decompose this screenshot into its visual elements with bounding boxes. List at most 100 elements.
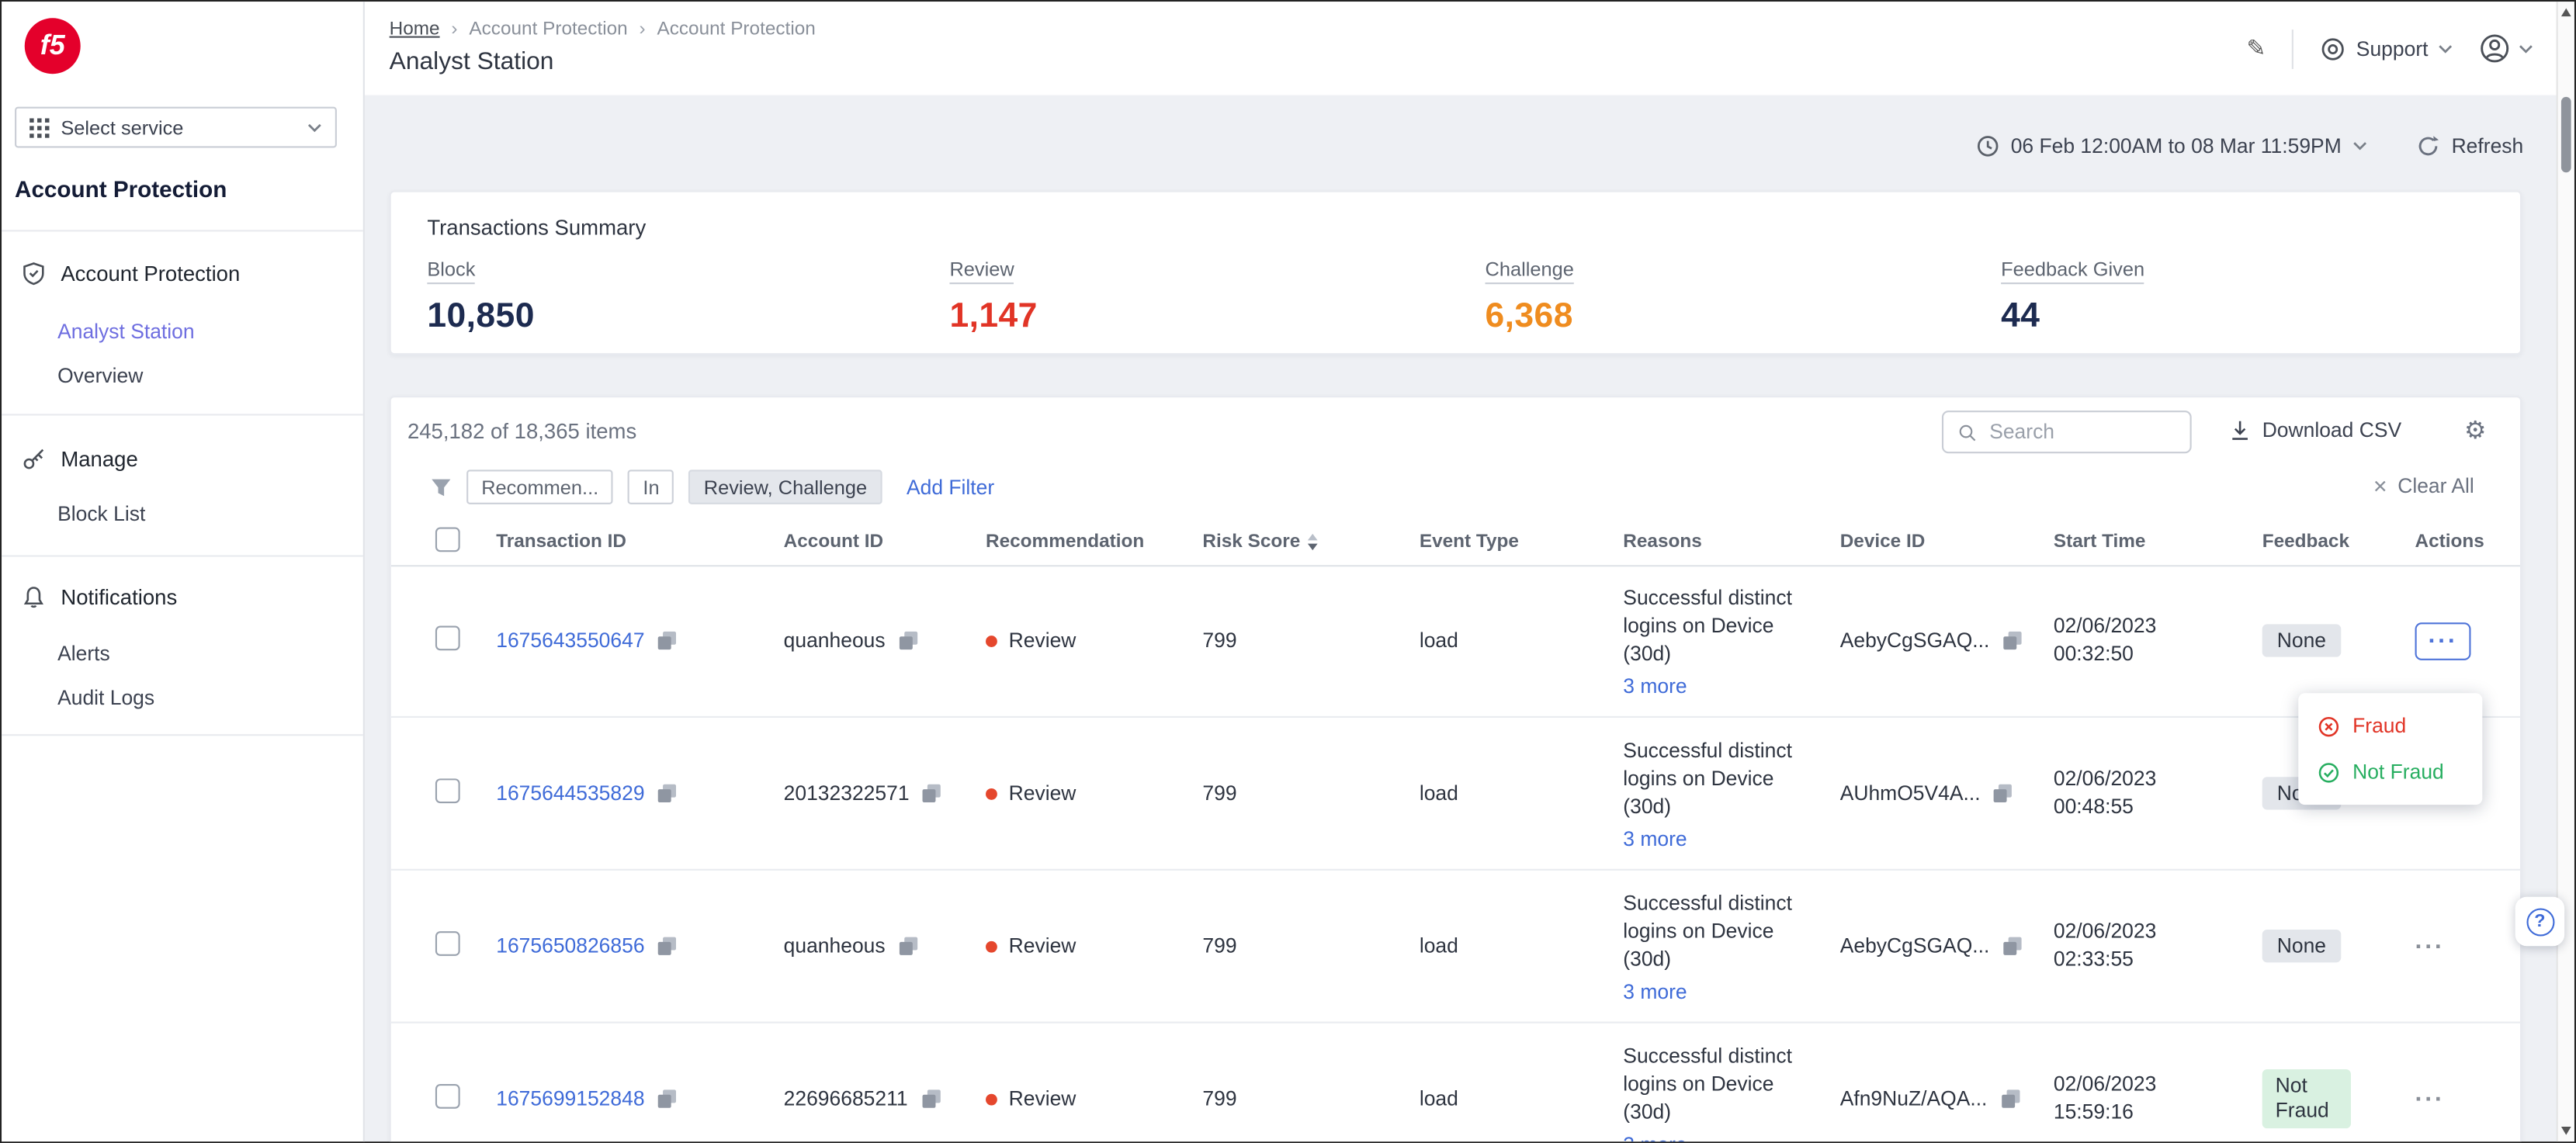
reasons-more-link[interactable]: 3 more	[1623, 980, 1687, 1003]
recommendation: Review	[1009, 934, 1077, 958]
metric-value: 1,147	[949, 297, 1037, 337]
scrollbar[interactable]	[2557, 2, 2574, 1141]
divider	[2, 230, 363, 231]
column-header-reasons[interactable]: Reasons	[1623, 532, 1839, 552]
apps-grid-icon	[29, 117, 49, 137]
copy-icon[interactable]	[899, 937, 918, 956]
column-header-event-type[interactable]: Event Type	[1420, 532, 1623, 552]
row-checkbox[interactable]	[435, 778, 460, 803]
metric-label[interactable]: Feedback Given	[2001, 258, 2144, 284]
search-input[interactable]	[1986, 419, 2176, 445]
f5-logo[interactable]: f5	[25, 18, 81, 74]
device-id: AUhmO5V4A...	[1840, 782, 1981, 805]
copy-icon[interactable]	[1994, 784, 2013, 803]
sidebar-item-analyst-station[interactable]: Analyst Station	[57, 320, 195, 344]
scrollbar-down-arrow[interactable]	[2561, 1127, 2571, 1135]
scrollbar-thumb[interactable]	[2561, 97, 2571, 172]
profile-menu[interactable]	[2479, 33, 2533, 64]
column-header-recommendation[interactable]: Recommendation	[986, 532, 1202, 552]
review-status-dot	[986, 635, 997, 646]
nav-group-account-protection[interactable]: Account Protection	[22, 262, 241, 286]
transactions-summary-card: Transactions Summary Block 10,850 Review…	[390, 191, 2522, 355]
chevron-down-icon	[307, 123, 322, 133]
row-checkbox[interactable]	[435, 931, 460, 956]
device-id: Afn9NuZ/AQA...	[1840, 1087, 1988, 1110]
copy-icon[interactable]	[657, 631, 677, 650]
reasons: Successful distinct logins on Device (30…	[1623, 736, 1826, 820]
account-id: 22696685211	[784, 1087, 908, 1110]
select-all-checkbox[interactable]	[435, 527, 460, 552]
transaction-id-link[interactable]: 1675643550647	[496, 629, 644, 653]
help-button[interactable]: ?	[2515, 897, 2565, 947]
sidebar-item-overview[interactable]: Overview	[57, 365, 143, 388]
download-csv-button[interactable]: Download CSV	[2229, 419, 2401, 442]
refresh-button[interactable]: Refresh	[2417, 135, 2523, 158]
service-selector[interactable]: Select service	[15, 107, 337, 148]
column-header-start-time[interactable]: Start Time	[2054, 532, 2262, 552]
copy-icon[interactable]	[657, 937, 677, 956]
account-id: quanheous	[784, 629, 886, 653]
metric-label[interactable]: Challenge	[1485, 258, 1573, 284]
summary-title: Transactions Summary	[427, 215, 646, 240]
nav-group-manage[interactable]: Manage	[22, 447, 138, 472]
nav-group-notifications[interactable]: Notifications	[22, 585, 178, 610]
filter-value-chip[interactable]: Review, Challenge	[689, 469, 882, 504]
metric-label[interactable]: Review	[949, 258, 1014, 284]
support-label: Support	[2356, 37, 2429, 61]
review-status-dot	[986, 1093, 997, 1105]
copy-icon[interactable]	[2002, 937, 2022, 956]
reasons-more-link[interactable]: 3 more	[1623, 1132, 1687, 1141]
reasons-more-link[interactable]: 3 more	[1623, 674, 1687, 698]
sort-icon[interactable]	[1309, 534, 1319, 550]
menu-item-fraud[interactable]: Fraud	[2298, 703, 2482, 749]
filter-operator-chip[interactable]: In	[628, 469, 674, 504]
column-header-transaction-id[interactable]: Transaction ID	[496, 532, 783, 552]
column-header-risk-score[interactable]: Risk Score	[1202, 532, 1419, 552]
gear-icon[interactable]	[2464, 416, 2486, 445]
table-body: 1675643550647 quanheous Review 799 load …	[391, 565, 2520, 1141]
sidebar-item-audit-logs[interactable]: Audit Logs	[57, 687, 154, 710]
clear-all-button[interactable]: Clear All	[2373, 475, 2474, 498]
event-type: load	[1420, 934, 1623, 958]
row-actions-button[interactable]	[2415, 622, 2471, 660]
breadcrumb-home[interactable]: Home	[390, 19, 440, 39]
chevron-down-icon	[2519, 43, 2533, 54]
transaction-id-link[interactable]: 1675644535829	[496, 782, 644, 805]
metric-label[interactable]: Block	[427, 258, 475, 284]
copy-icon[interactable]	[2000, 1089, 2020, 1108]
breadcrumb-account-protection[interactable]: Account Protection	[440, 19, 628, 39]
copy-icon[interactable]	[2002, 631, 2022, 650]
not-fraud-icon	[2318, 761, 2340, 783]
transaction-id-link[interactable]: 1675699152848	[496, 1087, 644, 1110]
transactions-table-card: 245,182 of 18,365 items Download CSV Rec…	[390, 396, 2522, 1141]
row-checkbox[interactable]	[435, 1084, 460, 1109]
nav-group-label: Account Protection	[61, 262, 240, 286]
support-menu[interactable]: Support	[2320, 36, 2453, 62]
copy-icon[interactable]	[922, 784, 941, 803]
column-header-device-id[interactable]: Device ID	[1840, 532, 2054, 552]
reasons-more-link[interactable]: 3 more	[1623, 827, 1687, 850]
edit-pencil-icon[interactable]	[2247, 34, 2266, 62]
menu-item-not-fraud[interactable]: Not Fraud	[2298, 749, 2482, 795]
add-filter-link[interactable]: Add Filter	[907, 476, 994, 499]
transaction-id-link[interactable]: 1675650826856	[496, 934, 644, 958]
table-header-row: Transaction ID Account ID Recommendation…	[391, 519, 2520, 566]
copy-icon[interactable]	[899, 631, 918, 650]
copy-icon[interactable]	[657, 1089, 677, 1108]
refresh-icon	[2417, 135, 2440, 158]
column-header-account-id[interactable]: Account ID	[784, 532, 986, 552]
row-checkbox[interactable]	[435, 625, 460, 650]
sidebar-item-alerts[interactable]: Alerts	[57, 643, 110, 666]
date-range-picker[interactable]: 06 Feb 12:00AM to 08 Mar 11:59PM	[1976, 135, 2367, 158]
copy-icon[interactable]	[921, 1089, 941, 1108]
copy-icon[interactable]	[657, 784, 677, 803]
row-actions-button[interactable]	[2415, 1086, 2445, 1111]
filter-field-chip[interactable]: Recommen...	[466, 469, 613, 504]
help-icon: ?	[2526, 907, 2553, 935]
column-header-feedback[interactable]: Feedback	[2262, 532, 2415, 552]
search-box[interactable]	[1942, 410, 2192, 453]
table-row: 1675643550647 quanheous Review 799 load …	[391, 565, 2520, 718]
sidebar-item-block-list[interactable]: Block List	[57, 503, 145, 526]
scrollbar-up-arrow[interactable]	[2561, 9, 2571, 17]
row-actions-button[interactable]	[2415, 933, 2445, 958]
